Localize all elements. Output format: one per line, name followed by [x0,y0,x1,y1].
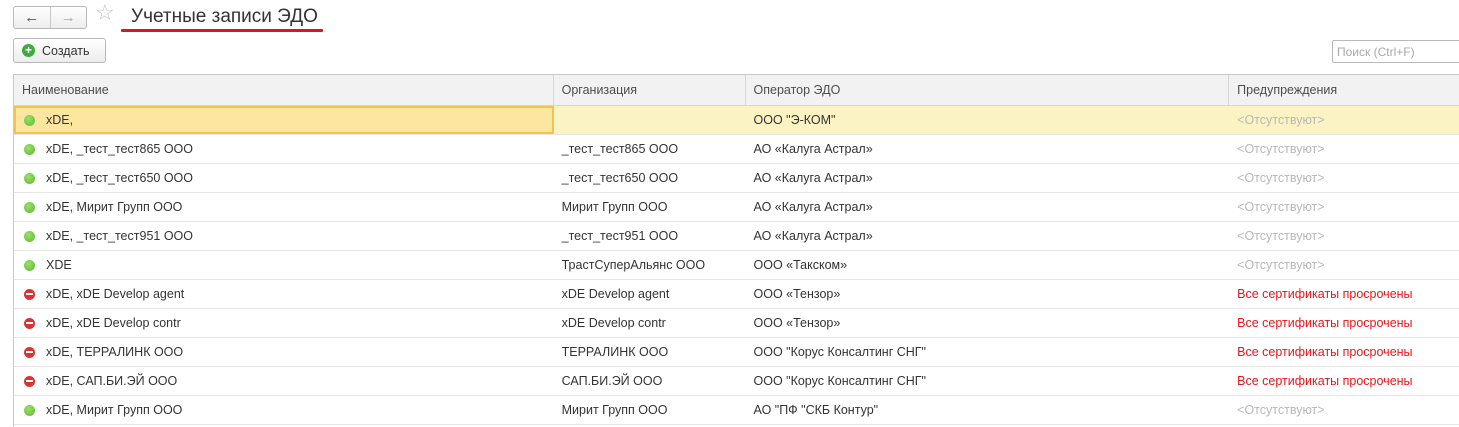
account-name: xDE, _тест_тест650 ООО [46,171,193,185]
status-ok-icon [24,201,35,213]
account-name: xDE, _тест_тест951 ООО [46,229,193,243]
cell-warning: Все сертификаты просрочены [1237,316,1413,330]
account-name: xDE, xDE Develop contr [46,316,181,330]
cell-organization [554,106,746,134]
cell-name: xDE, _тест_тест650 ООО [14,164,554,192]
cell-operator: ООО "Корус Консалтинг СНГ" [753,345,927,359]
cell-name: xDE, САП.БИ.ЭЙ ООО [14,367,554,395]
status-ok-icon [24,404,35,416]
column-header-organization[interactable]: Организация [554,75,746,105]
cell-operator: АО «Калуга Астрал» [753,229,873,243]
account-name: xDE, _тест_тест865 ООО [46,142,193,156]
forward-arrow-icon[interactable]: → [51,7,87,28]
cell-organization: Мирит Групп ООО [561,200,668,214]
cell-organization: _тест_тест650 ООО [561,171,679,185]
cell-organization: ТЕРРАЛИНК ООО [561,345,669,359]
cell-organization: xDE Develop contr [561,316,666,330]
cell-name: xDE, xDE Develop agent [14,280,554,308]
cell-operator: ООО «Тензор» [753,316,841,330]
status-error-icon [24,317,35,329]
cell-operator: ООО "Э-КОМ" [753,113,836,127]
accounts-table: Наименование Организация Оператор ЭДО Пр… [13,74,1459,427]
cell-operator: ООО "Корус Консалтинг СНГ" [753,374,927,388]
table-row[interactable]: xDE, Мирит Групп ООО Мирит Групп ООО АО «К… [14,193,1459,222]
table-row[interactable]: xDE, _тест_тест650 ООО _тест_тест650 ООО А… [14,164,1459,193]
status-error-icon [24,346,35,358]
table-row[interactable]: xDE, _тест_тест865 ООО _тест_тест865 ООО А… [14,135,1459,164]
cell-warning: <Отсутствуют> [1237,142,1325,156]
edo-accounts-window: ← → ☆ Учетные записи ЭДО + Создать Наиме… [0,0,1459,427]
account-name: xDE, [46,113,74,127]
table-row[interactable]: xDE, ООО "Э-КОМ" <Отсутствуют> [14,106,1459,135]
cell-organization: xDE Develop agent [561,287,670,301]
cell-warning: Все сертификаты просрочены [1237,345,1413,359]
status-ok-icon [24,143,35,155]
plus-icon: + [22,44,35,57]
cell-name: xDE, [14,106,554,134]
table-row[interactable]: xDE, ТЕРРАЛИНК ООО ТЕРРАЛИНК ООО ООО "Кору… [14,338,1459,367]
table-row[interactable]: xDE, САП.БИ.ЭЙ ООО САП.БИ.ЭЙ ООО ООО "Кору… [14,367,1459,396]
cell-operator: ООО «Тензор» [753,287,841,301]
cell-name: xDE, _тест_тест951 ООО [14,222,554,250]
cell-name: XDE [14,251,554,279]
status-ok-icon [24,114,35,126]
account-name: xDE, Мирит Групп ООО [46,403,183,417]
account-name: xDE, xDE Develop agent [46,287,185,301]
table-header: Наименование Организация Оператор ЭДО Пр… [14,75,1459,106]
search-input[interactable] [1332,40,1459,63]
cell-organization: Мирит Групп ООО [561,403,668,417]
cell-name: xDE, _тест_тест865 ООО [14,135,554,163]
cell-name: xDE, Мирит Групп ООО [14,193,554,221]
column-header-name[interactable]: Наименование [14,75,554,105]
table-row[interactable]: xDE, Мирит Групп ООО Мирит Групп ООО АО "П… [14,396,1459,425]
cell-warning: Все сертификаты просрочены [1237,374,1413,388]
cell-operator: АО "ПФ "СКБ Контур" [753,403,879,417]
back-arrow-icon[interactable]: ← [14,7,51,28]
table-body: xDE, ООО "Э-КОМ" <Отсутствуют> xDE, _тест_т… [14,106,1459,425]
cell-warning: <Отсутствуют> [1237,200,1325,214]
cell-operator: АО «Калуга Астрал» [753,142,873,156]
status-error-icon [24,288,35,300]
create-button-label: Создать [42,43,90,58]
cell-name: xDE, Мирит Групп ООО [14,396,554,424]
table-row[interactable]: XDE ТрастСуперАльянс ООО ООО «Такском» <Отс… [14,251,1459,280]
cell-name: xDE, ТЕРРАЛИНК ООО [14,338,554,366]
favorite-star-icon[interactable]: ☆ [95,3,115,25]
cell-warning: <Отсутствуют> [1237,258,1325,272]
title-underline [121,29,323,32]
cell-organization: _тест_тест865 ООО [561,142,679,156]
cell-operator: АО «Калуга Астрал» [753,171,873,185]
table-row[interactable]: xDE, xDE Develop contr xDE Develop contr О… [14,309,1459,338]
account-name: xDE, САП.БИ.ЭЙ ООО [46,374,178,388]
table-row[interactable]: xDE, xDE Develop agent xDE Develop agent О… [14,280,1459,309]
navigation-buttons: ← → [13,6,87,29]
status-error-icon [24,375,35,387]
status-ok-icon [24,259,35,271]
table-row[interactable]: xDE, _тест_тест951 ООО _тест_тест951 ООО А… [14,222,1459,251]
cell-operator: АО «Калуга Астрал» [753,200,873,214]
account-name: XDE [46,258,72,272]
account-name: xDE, Мирит Групп ООО [46,200,183,214]
cell-organization: ТрастСуперАльянс ООО [561,258,706,272]
status-ok-icon [24,230,35,242]
status-ok-icon [24,172,35,184]
column-header-operator[interactable]: Оператор ЭДО [746,75,1230,105]
account-name: xDE, ТЕРРАЛИНК ООО [46,345,184,359]
cell-warning: <Отсутствуют> [1237,403,1325,417]
cell-operator: ООО «Такском» [753,258,848,272]
cell-organization: САП.БИ.ЭЙ ООО [561,374,663,388]
cell-warning: Все сертификаты просрочены [1237,287,1413,301]
cell-warning: <Отсутствуют> [1237,229,1325,243]
cell-organization: _тест_тест951 ООО [561,229,679,243]
cell-warning: <Отсутствуют> [1237,113,1325,127]
column-header-warnings[interactable]: Предупреждения [1229,75,1459,105]
cell-name: xDE, xDE Develop contr [14,309,554,337]
create-button[interactable]: + Создать [13,38,106,63]
cell-warning: <Отсутствуют> [1237,171,1325,185]
page-title: Учетные записи ЭДО [131,6,318,27]
